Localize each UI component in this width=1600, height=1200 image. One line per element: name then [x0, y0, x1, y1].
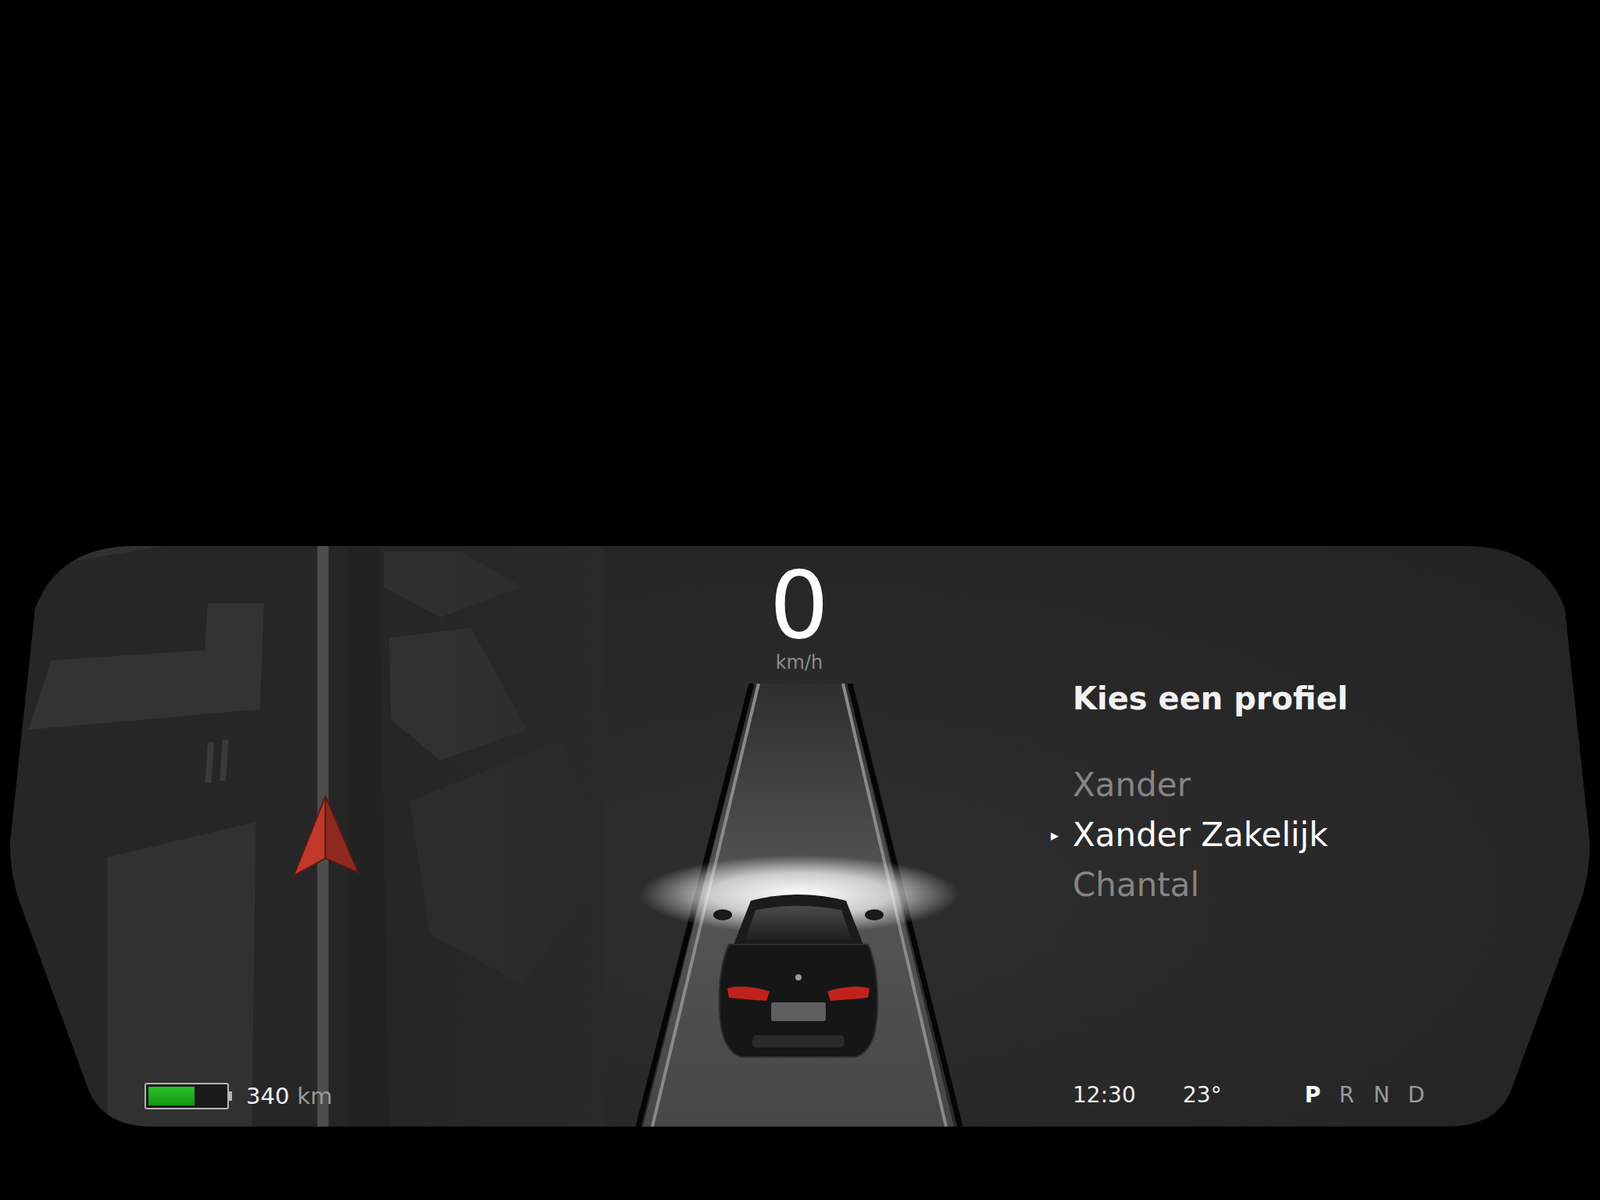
- profile-item[interactable]: ▸Xander Zakelijk: [1050, 810, 1590, 861]
- gear-indicator: D: [1407, 1081, 1425, 1110]
- car-icon: [713, 894, 884, 1058]
- instrument-cluster: 340km 0 km/h Kies een profiel ▸Xander▸Xander…: [10, 546, 1590, 1127]
- battery-fill: [148, 1086, 195, 1106]
- gear-indicator: P: [1304, 1081, 1322, 1110]
- gear-indicator: R: [1339, 1081, 1357, 1110]
- clock: 12:30: [1072, 1081, 1183, 1110]
- screen: 340km 0 km/h Kies een profiel ▸Xander▸Xander…: [0, 0, 1600, 1200]
- map-panel: 340km: [10, 546, 604, 1127]
- gear-selector: PRND: [1304, 1081, 1425, 1110]
- road-view: [603, 683, 995, 1127]
- info-panel: Kies een profiel ▸Xander▸Xander Zakelijk▸…: [994, 546, 1590, 1127]
- range-unit: km: [296, 1082, 333, 1110]
- gear-indicator: N: [1373, 1081, 1391, 1110]
- speed-unit: km/h: [775, 650, 824, 675]
- profile-item[interactable]: ▸Chantal: [1050, 860, 1590, 911]
- drive-panel: 0 km/h: [603, 546, 995, 1127]
- profile-item[interactable]: ▸Xander: [1050, 760, 1590, 811]
- map[interactable]: [10, 546, 604, 1127]
- speedometer: 0 km/h: [603, 546, 995, 684]
- selection-marker-icon: ▸: [1050, 810, 1073, 861]
- battery-status: 340km: [144, 1082, 604, 1110]
- profile-menu: Kies een profiel ▸Xander▸Xander Zakelijk▸…: [1050, 677, 1590, 911]
- battery-nub: [228, 1091, 233, 1101]
- battery-icon: [144, 1082, 229, 1110]
- speed-value: 0: [769, 564, 829, 647]
- range-value: 340: [246, 1082, 290, 1110]
- profile-menu-title: Kies een profiel: [1050, 677, 1590, 720]
- temperature: 23°: [1182, 1081, 1305, 1110]
- status-bar: 12:3023°PRND: [1050, 1081, 1590, 1110]
